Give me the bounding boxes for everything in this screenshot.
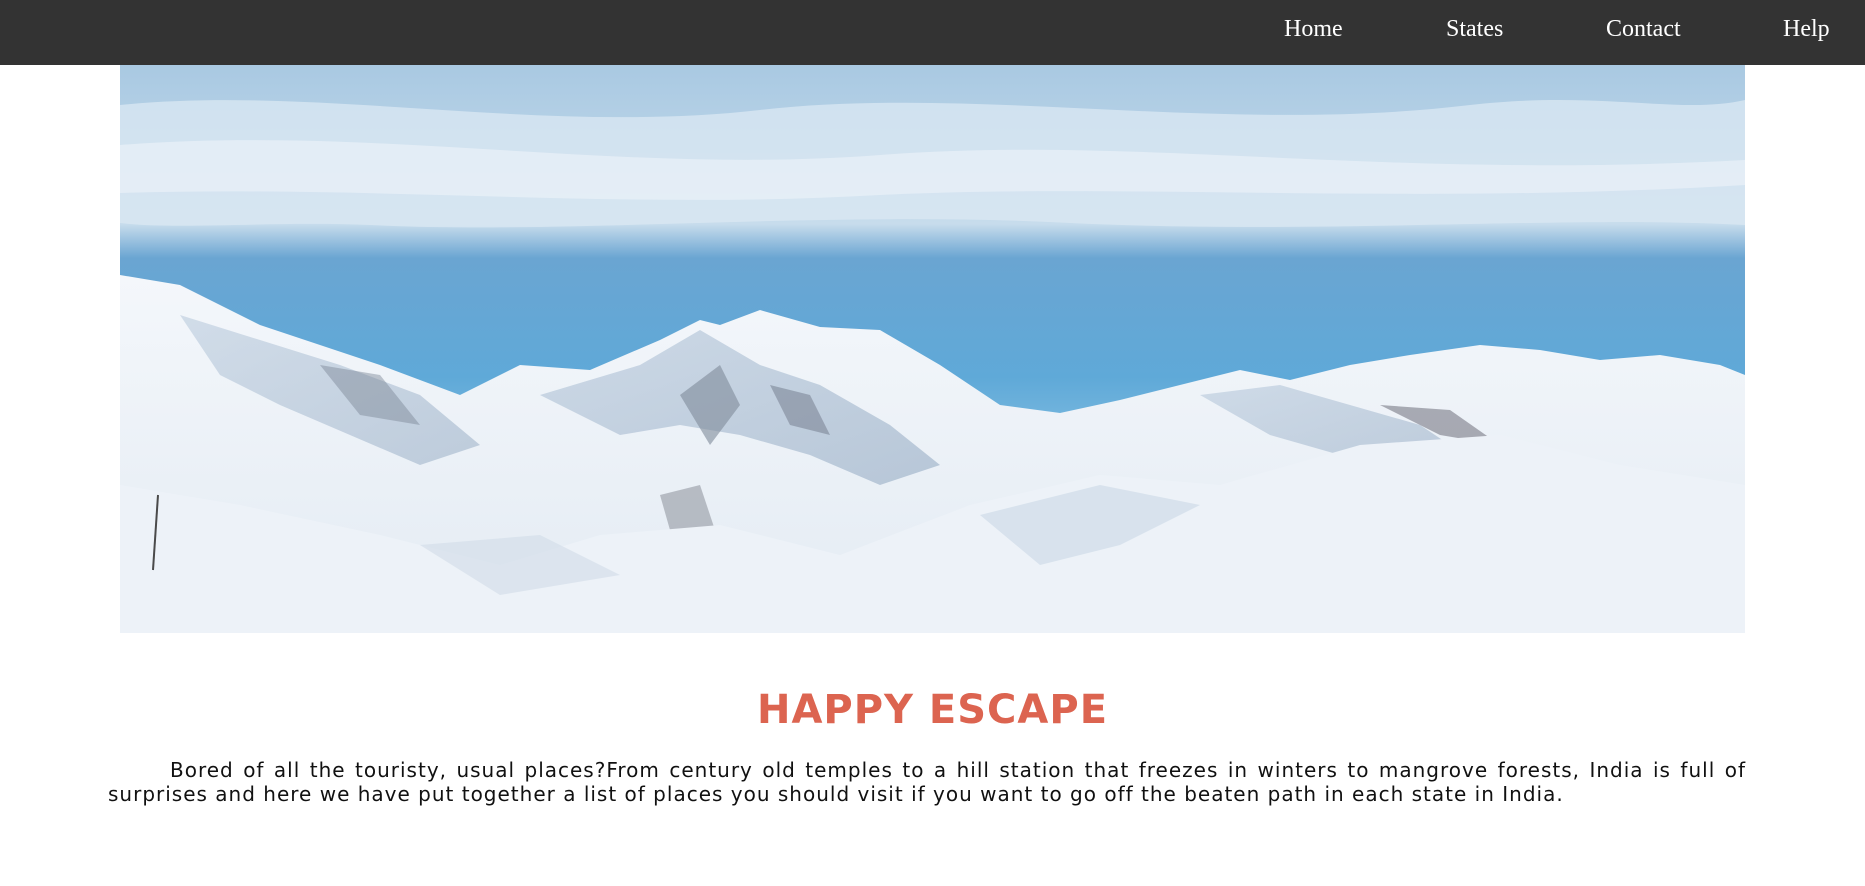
nav-link-contact[interactable]: Contact (1606, 14, 1681, 44)
top-navbar: Home States Contact Help (0, 0, 1865, 65)
hero-image (120, 65, 1745, 633)
nav-link-states[interactable]: States (1446, 14, 1503, 44)
intro-paragraph: Bored of all the touristy, usual places?… (108, 758, 1746, 806)
nav-link-home[interactable]: Home (1284, 14, 1343, 44)
snowy-mountain-illustration (120, 65, 1745, 633)
page-title: HAPPY ESCAPE (756, 687, 1109, 733)
nav-link-help[interactable]: Help (1783, 14, 1830, 44)
